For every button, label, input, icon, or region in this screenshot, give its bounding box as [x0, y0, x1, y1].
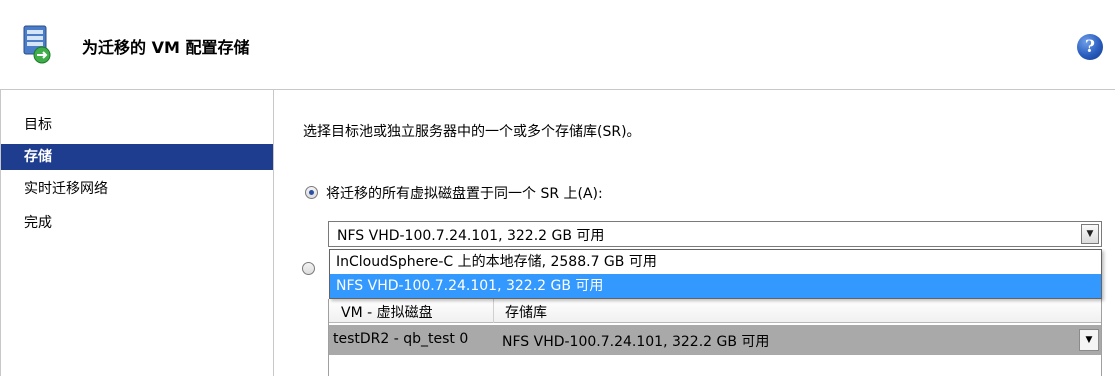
- disk-storage-grid: VM - 虚拟磁盘 存储库 testDR2 - qb_test 0 NFS VH…: [328, 299, 1102, 376]
- wizard-header: 为迁移的 VM 配置存储 ?: [0, 0, 1115, 90]
- sr-option-nfs-vhd[interactable]: NFS VHD-100.7.24.101, 322.2 GB 可用: [330, 274, 1101, 298]
- chevron-down-icon[interactable]: ▼: [1079, 329, 1099, 351]
- left-divider: [0, 90, 1, 376]
- page-title: 为迁移的 VM 配置存储: [82, 38, 250, 57]
- sr-dropdown-list[interactable]: InCloudSphere-C 上的本地存储, 2588.7 GB 可用 NFS…: [329, 249, 1102, 299]
- sr-select-value: NFS VHD-100.7.24.101, 322.2 GB 可用: [337, 228, 605, 244]
- cell-vm-disk: testDR2 - qb_test 0: [333, 331, 469, 347]
- nav-item-live-migration-network[interactable]: 实时迁移网络: [0, 176, 273, 202]
- column-header-sr[interactable]: 存储库: [505, 302, 547, 322]
- radio-same-sr-label[interactable]: 将迁移的所有虚拟磁盘置于同一个 SR 上(A):: [326, 183, 603, 203]
- help-icon[interactable]: ?: [1077, 34, 1103, 60]
- sr-option-local-storage[interactable]: InCloudSphere-C 上的本地存储, 2588.7 GB 可用: [330, 250, 1101, 274]
- radio-per-disk-sr[interactable]: [302, 262, 315, 275]
- chevron-down-icon[interactable]: ▼: [1081, 224, 1099, 244]
- radio-same-sr[interactable]: [305, 186, 318, 199]
- server-migrate-icon: [23, 25, 51, 64]
- column-divider[interactable]: [493, 299, 494, 323]
- cell-sr[interactable]: NFS VHD-100.7.24.101, 322.2 GB 可用: [502, 331, 769, 351]
- sr-select[interactable]: NFS VHD-100.7.24.101, 322.2 GB 可用 ▼: [328, 221, 1102, 247]
- instruction-text: 选择目标池或独立服务器中的一个或多个存储库(SR)。: [303, 124, 641, 140]
- nav-item-storage[interactable]: 存储: [0, 144, 273, 170]
- wizard-steps-nav: 目标 存储 实时迁移网络 完成: [0, 90, 274, 376]
- grid-header: VM - 虚拟磁盘 存储库: [329, 299, 1101, 323]
- table-row[interactable]: testDR2 - qb_test 0 NFS VHD-100.7.24.101…: [329, 325, 1101, 355]
- nav-item-target[interactable]: 目标: [0, 112, 273, 138]
- nav-item-finish[interactable]: 完成: [0, 210, 273, 236]
- column-header-vm-disk[interactable]: VM - 虚拟磁盘: [341, 302, 433, 322]
